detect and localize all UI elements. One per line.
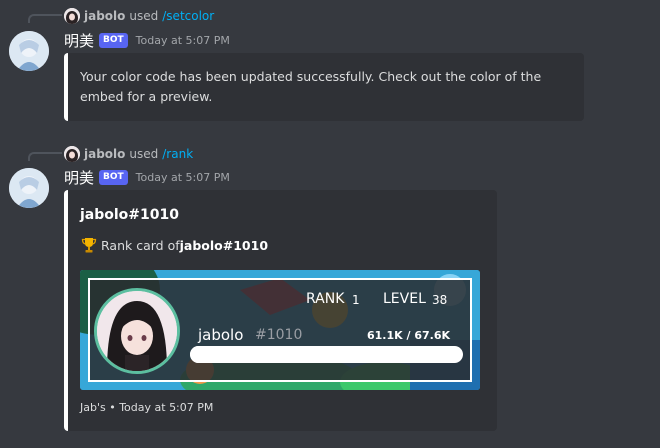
reply-used-text: used [129, 9, 159, 23]
reply-connector [28, 152, 62, 161]
bot-avatar[interactable] [9, 168, 49, 208]
rank-card-discriminator: #1010 [255, 327, 303, 343]
reply-reference[interactable]: jabolo used /rank [64, 145, 193, 163]
reply-username[interactable]: jabolo [84, 147, 125, 161]
message-header: 明美 BOT Today at 5:07 PM [64, 167, 230, 187]
reply-command[interactable]: /rank [162, 147, 193, 161]
reply-avatar[interactable] [64, 8, 80, 24]
rank-card-avatar [94, 288, 180, 374]
level-value: 38 [432, 293, 448, 307]
timestamp[interactable]: Today at 5:07 PM [136, 34, 230, 47]
timestamp[interactable]: Today at 5:07 PM [136, 171, 230, 184]
color-update-embed: Your color code has been updated success… [64, 53, 584, 121]
reply-connector [28, 14, 62, 23]
embed-description: Your color code has been updated success… [80, 69, 542, 104]
reply-used-text: used [129, 147, 159, 161]
rank-card-username: jabolo [198, 326, 244, 344]
rank-embed: jabolo#1010 Rank card of jabolo#1010 RAN… [64, 190, 497, 431]
embed-description-prefix: Rank card of [101, 237, 180, 253]
embed-footer: Jab's • Today at 5:07 PM [80, 401, 214, 414]
bot-tag: BOT [99, 169, 128, 185]
rank-label: RANK [306, 291, 345, 307]
trophy-icon [81, 238, 97, 253]
reply-avatar[interactable] [64, 146, 80, 162]
author-name[interactable]: 明美 [64, 30, 94, 51]
bot-avatar[interactable] [9, 31, 49, 71]
reply-command[interactable]: /setcolor [162, 9, 214, 23]
reply-reference[interactable]: jabolo used /setcolor [64, 7, 214, 25]
embed-description: Rank card of jabolo#1010 [80, 236, 268, 254]
embed-description-user: jabolo#1010 [179, 237, 269, 253]
xp-text: 61.1K / 67.6K [367, 329, 451, 342]
author-name[interactable]: 明美 [64, 167, 94, 188]
embed-title: jabolo#1010 [80, 207, 179, 223]
xp-progress-fill [190, 346, 437, 363]
rank-card-image[interactable]: RANK 1 LEVEL 38 jabolo #1010 61.1K / 67.… [80, 270, 480, 390]
level-label: LEVEL [383, 291, 426, 307]
reply-username[interactable]: jabolo [84, 9, 125, 23]
rank-value: 1 [352, 293, 360, 307]
message-header: 明美 BOT Today at 5:07 PM [64, 30, 230, 50]
bot-tag: BOT [99, 32, 128, 48]
xp-progress-bar [190, 346, 463, 363]
